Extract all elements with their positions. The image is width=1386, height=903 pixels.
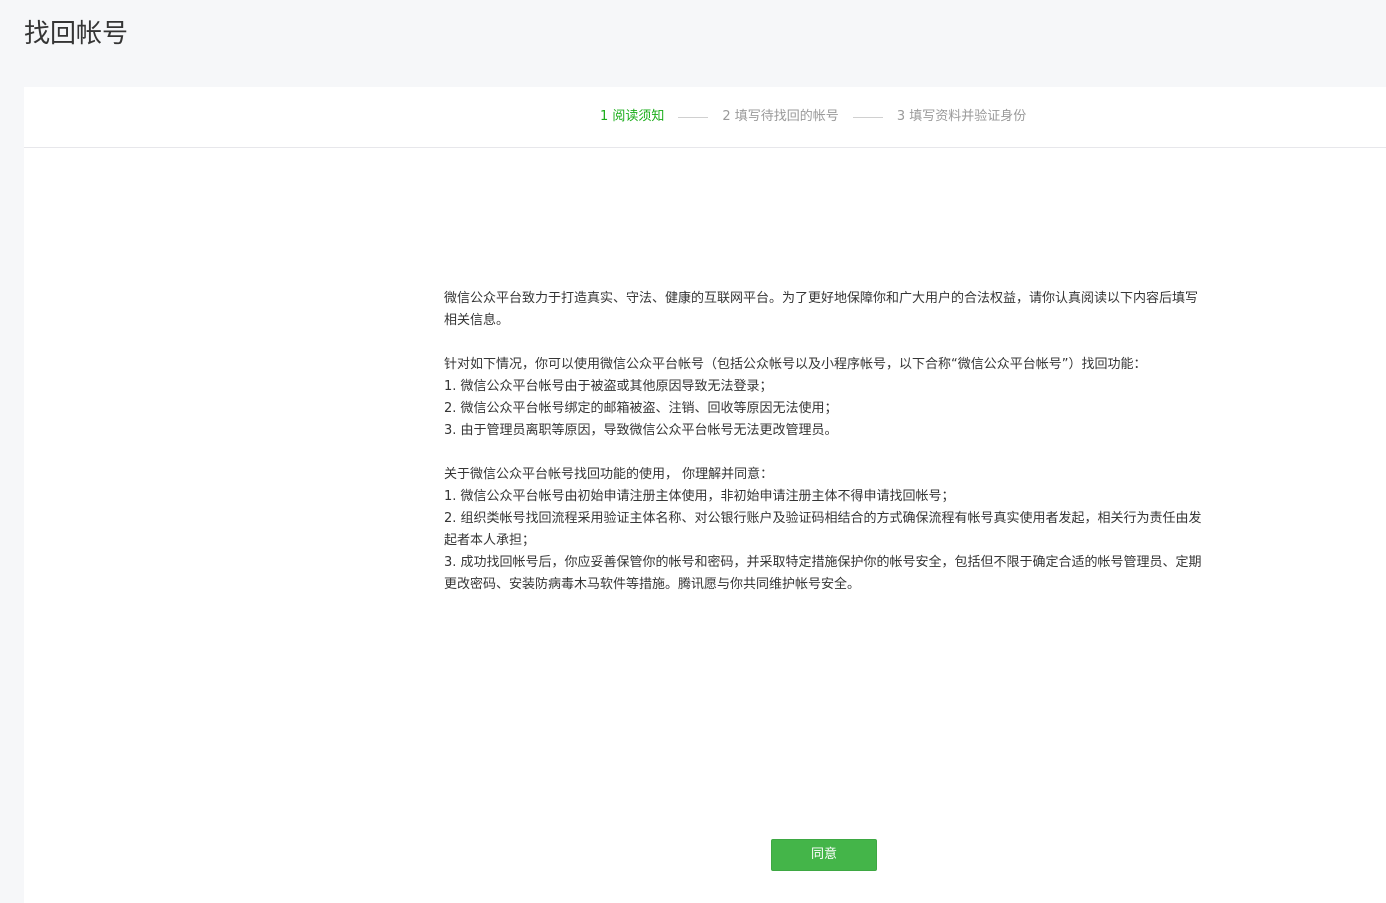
step-divider	[678, 116, 709, 118]
agree-button[interactable]: 同意	[771, 839, 877, 871]
step-fill-account: 2 填写待找回的帐号	[722, 109, 839, 124]
notice-intro: 微信公众平台致力于打造真实、守法、健康的互联网平台。为了更好地保障你和广大用户的…	[444, 291, 1199, 328]
page-header: 找回帐号	[0, 0, 1386, 87]
list-item: 3. 成功找回帐号后，你应妥善保管你的帐号和密码，并采取特定措施保护你的帐号安全…	[444, 555, 1202, 592]
list-item: 2. 组织类帐号找回流程采用验证主体名称、对公银行账户及验证码相结合的方式确保流…	[444, 511, 1202, 548]
page-title: 找回帐号	[24, 19, 129, 49]
step-indicator: 1 阅读须知 2 填写待找回的帐号 3 填写资料并验证身份	[24, 87, 1386, 148]
list-item: 3. 由于管理员离职等原因，导致微信公众平台帐号无法更改管理员。	[444, 423, 838, 438]
step-read-notice: 1 阅读须知	[600, 109, 665, 124]
list-item: 1. 微信公众平台帐号由于被盗或其他原因导致无法登录；	[444, 379, 773, 394]
notice-content: 微信公众平台致力于打造真实、守法、健康的互联网平台。为了更好地保障你和广大用户的…	[444, 288, 1204, 596]
main-panel: 1 阅读须知 2 填写待找回的帐号 3 填写资料并验证身份 微信公众平台致力于打…	[24, 87, 1386, 903]
step-divider	[852, 116, 883, 118]
list-item: 1. 微信公众平台帐号由初始申请注册主体使用，非初始申请注册主体不得申请找回帐号…	[444, 489, 955, 504]
step-verify-identity: 3 填写资料并验证身份	[896, 109, 1027, 124]
section2-title: 关于微信公众平台帐号找回功能的使用， 你理解并同意：	[444, 467, 774, 482]
list-item: 2. 微信公众平台帐号绑定的邮箱被盗、注销、回收等原因无法使用；	[444, 401, 838, 416]
section1-title: 针对如下情况，你可以使用微信公众平台帐号（包括公众帐号以及小程序帐号，以下合称“…	[444, 357, 1147, 372]
